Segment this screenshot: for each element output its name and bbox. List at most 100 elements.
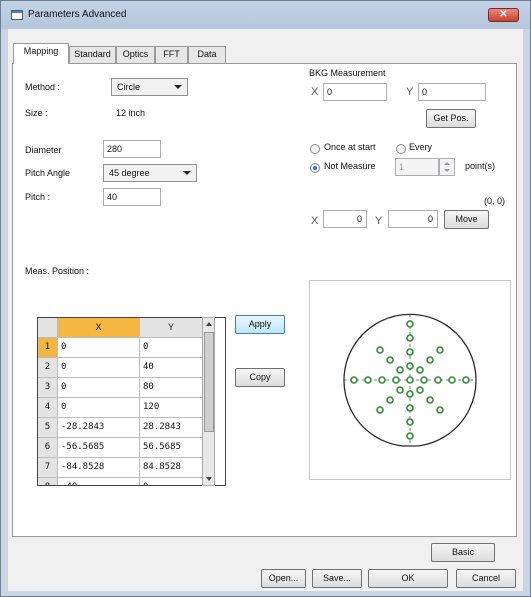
pitch-angle-value: 45 degree <box>109 168 150 178</box>
row-header[interactable]: 5 <box>38 418 58 438</box>
measurement-point <box>434 376 442 384</box>
once-at-start-radio[interactable] <box>310 144 320 154</box>
title-bar[interactable]: Parameters Advanced ✕ <box>1 1 530 29</box>
get-pos-button[interactable]: Get Pos. <box>426 109 476 128</box>
every-label[interactable]: Every <box>409 142 432 152</box>
table-cell-y[interactable]: 40 <box>140 358 203 378</box>
measurement-point <box>420 376 428 384</box>
every-count-spinner[interactable] <box>439 158 455 176</box>
window-title: Parameters Advanced <box>28 9 127 20</box>
meas-position-table[interactable]: X Y 1 0 0 2 0 40 3 0 80 4 0 120 5 -28.28… <box>37 317 226 486</box>
window-icon <box>11 10 23 20</box>
measurement-point <box>406 418 414 426</box>
table-cell-x[interactable]: -40 <box>58 478 140 485</box>
spin-up-icon[interactable] <box>444 162 450 165</box>
row-header[interactable]: 4 <box>38 398 58 418</box>
column-header-y[interactable]: Y <box>140 318 203 338</box>
close-button[interactable]: ✕ <box>488 8 519 22</box>
every-radio[interactable] <box>396 144 406 154</box>
measurement-point <box>392 376 400 384</box>
not-measure-radio[interactable] <box>310 163 320 173</box>
measurement-point <box>396 386 404 394</box>
table-cell-x[interactable]: -28.2843 <box>58 418 140 438</box>
table-cell-y[interactable]: 84.8528 <box>140 458 203 478</box>
apply-button[interactable]: Apply <box>235 315 285 334</box>
once-at-start-label[interactable]: Once at start <box>324 142 376 152</box>
measurement-point <box>406 334 414 342</box>
table-cell-x[interactable]: 0 <box>58 358 140 378</box>
row-header[interactable]: 8 <box>38 478 58 485</box>
scroll-thumb[interactable] <box>204 332 214 432</box>
copy-button[interactable]: Copy <box>235 368 285 387</box>
move-y-label: Y <box>375 215 383 227</box>
basic-button[interactable]: Basic <box>431 543 495 562</box>
move-button[interactable]: Move <box>444 210 489 229</box>
row-header[interactable]: 6 <box>38 438 58 458</box>
tab-mapping[interactable]: Mapping <box>13 43 69 64</box>
table-cell-x[interactable]: 0 <box>58 378 140 398</box>
measurement-point <box>376 406 384 414</box>
bkg-x-label: X <box>311 86 319 98</box>
tab-standard[interactable]: Standard <box>69 46 116 63</box>
column-header-x[interactable]: X <box>58 318 140 338</box>
table-cell-y[interactable]: 120 <box>140 398 203 418</box>
size-label: Size : <box>25 108 48 118</box>
measurement-point <box>350 376 358 384</box>
table-cell-y[interactable]: 28.2843 <box>140 418 203 438</box>
table-corner <box>38 318 58 338</box>
measurement-point <box>406 404 414 412</box>
measurement-point <box>406 320 414 328</box>
measurement-point <box>386 356 394 364</box>
save-button[interactable]: Save... <box>312 569 362 588</box>
open-button[interactable]: Open... <box>261 569 306 588</box>
size-value: 12 inch <box>116 108 146 118</box>
table-scrollbar[interactable] <box>202 317 215 486</box>
row-header[interactable]: 3 <box>38 378 58 398</box>
table-cell-x[interactable]: -56.5685 <box>58 438 140 458</box>
cancel-button[interactable]: Cancel <box>456 569 516 588</box>
mapping-panel: Method : Circle Size : 12 inch Diameter … <box>12 63 517 537</box>
move-x-field[interactable]: 0 <box>323 210 367 228</box>
diameter-field[interactable]: 280 <box>103 140 161 158</box>
measurement-point <box>448 376 456 384</box>
measurement-point <box>426 356 434 364</box>
chevron-down-icon <box>174 85 182 89</box>
wafer-map <box>343 313 477 447</box>
pitch-angle-label: Pitch Angle <box>25 168 71 178</box>
row-header[interactable]: 1 <box>38 338 58 358</box>
table-cell-y[interactable]: 80 <box>140 378 203 398</box>
method-label: Method : <box>25 82 61 92</box>
bkg-measurement-title: BKG Measurement <box>309 68 386 78</box>
every-count-field[interactable]: 1 <box>395 158 439 176</box>
scroll-down-icon[interactable] <box>206 477 212 481</box>
table-cell-x[interactable]: 0 <box>58 338 140 358</box>
bkg-y-field[interactable]: 0 <box>418 83 486 101</box>
dialog-client: Mapping Standard Optics FFT Data Method … <box>8 29 523 591</box>
table-cell-x[interactable]: -84.8528 <box>58 458 140 478</box>
spin-down-icon[interactable] <box>444 169 450 172</box>
not-measure-label[interactable]: Not Measure <box>324 161 376 171</box>
measurement-point <box>386 396 394 404</box>
scroll-up-icon[interactable] <box>206 322 212 326</box>
table-cell-x[interactable]: 0 <box>58 398 140 418</box>
ok-button[interactable]: OK <box>368 569 448 588</box>
table-cell-y[interactable]: 0 <box>140 338 203 358</box>
wafer-map-preview[interactable] <box>309 280 511 480</box>
pitch-field[interactable]: 40 <box>103 188 161 206</box>
row-header[interactable]: 7 <box>38 458 58 478</box>
bkg-x-field[interactable]: 0 <box>323 83 387 101</box>
points-label: point(s) <box>465 161 496 171</box>
tab-fft[interactable]: FFT <box>155 46 188 63</box>
measurement-point <box>406 348 414 356</box>
measurement-point <box>436 346 444 354</box>
tab-optics[interactable]: Optics <box>116 46 155 63</box>
row-header[interactable]: 2 <box>38 358 58 378</box>
move-y-field[interactable]: 0 <box>388 210 438 228</box>
diameter-label: Diameter <box>25 145 62 155</box>
tab-data[interactable]: Data <box>188 46 226 63</box>
measurement-point <box>364 376 372 384</box>
pitch-angle-select[interactable]: 45 degree <box>103 164 197 182</box>
method-select[interactable]: Circle <box>111 78 188 96</box>
table-cell-y[interactable]: 0 <box>140 478 203 485</box>
table-cell-y[interactable]: 56.5685 <box>140 438 203 458</box>
